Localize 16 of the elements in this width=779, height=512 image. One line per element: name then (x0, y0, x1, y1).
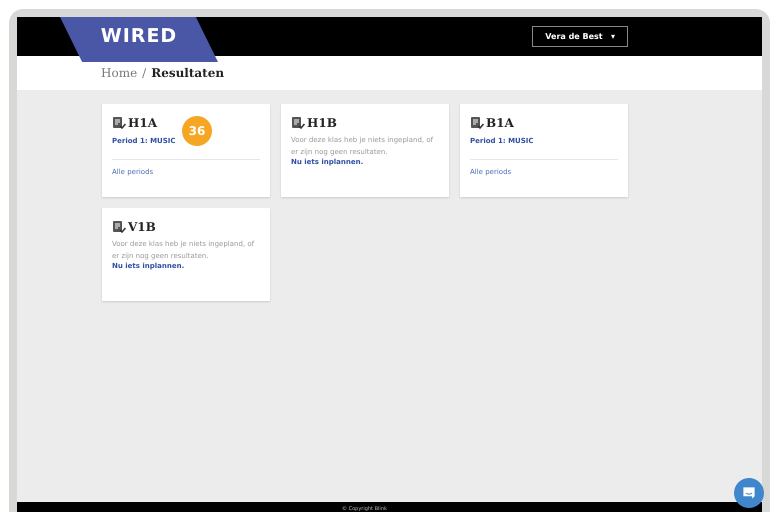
chat-icon (741, 485, 757, 501)
class-title: H1A (128, 116, 157, 130)
report-check-icon (291, 116, 305, 130)
report-check-icon (112, 116, 126, 130)
breadcrumb-link[interactable]: Home (101, 66, 138, 80)
chat-button[interactable] (734, 478, 764, 508)
breadcrumb-separator: / (142, 66, 146, 80)
user-menu-button[interactable]: Vera de Best ▾ (532, 26, 628, 47)
count-badge: 36 (182, 116, 212, 146)
breadcrumb-current: Resultaten (151, 66, 224, 80)
report-check-icon (112, 220, 126, 234)
class-title: H1B (307, 116, 337, 130)
class-title: V1B (128, 220, 156, 234)
report-check-icon (470, 116, 484, 130)
class-title: B1A (486, 116, 514, 130)
logo-text: WIRED (100, 24, 178, 46)
